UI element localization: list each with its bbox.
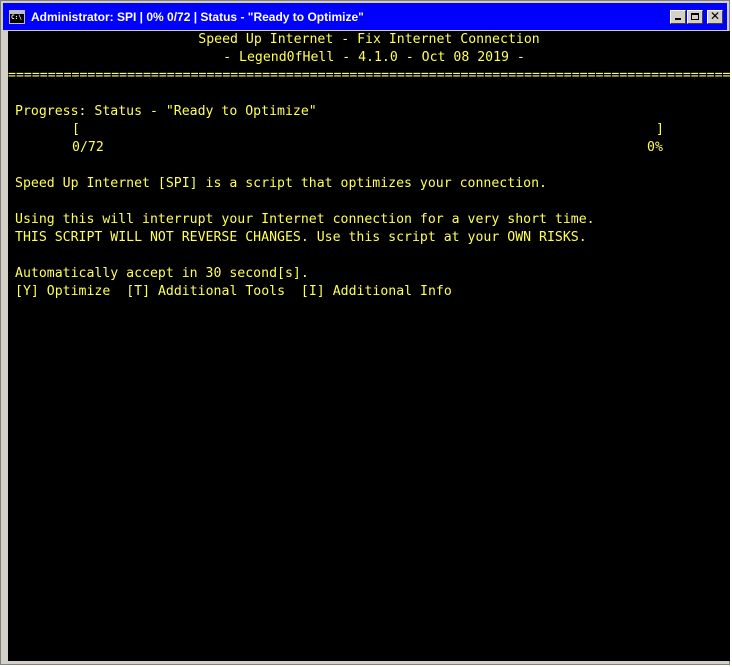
- option-additional-info[interactable]: [I] Additional Info: [301, 284, 452, 299]
- minimize-icon: [675, 17, 681, 20]
- title-bar[interactable]: Administrator: SPI | 0% 0/72 | Status - …: [3, 3, 727, 30]
- progress-bar-open: [: [72, 122, 80, 137]
- warning-caps-text: THIS SCRIPT WILL NOT REVERSE CHANGES. Us…: [15, 230, 587, 245]
- maximize-button[interactable]: [687, 9, 703, 24]
- option-additional-tools[interactable]: [T] Additional Tools: [126, 284, 285, 299]
- progress-status: Progress: Status - "Ready to Optimize": [15, 104, 317, 119]
- options-line: [Y] Optimize [T] Additional Tools [I] Ad…: [15, 283, 452, 301]
- window-controls: ✕: [670, 8, 723, 24]
- option-key: [Y]: [15, 284, 39, 299]
- option-label: Additional Info: [332, 284, 452, 299]
- header-subtitle: - Legend0fHell - 4.1.0 - Oct 08 2019 -: [223, 50, 525, 65]
- console-output[interactable]: Speed Up Internet - Fix Internet Connect…: [8, 31, 730, 661]
- header-title: Speed Up Internet - Fix Internet Connect…: [198, 32, 540, 47]
- option-label: Additional Tools: [157, 284, 286, 299]
- option-key: [T]: [126, 284, 151, 299]
- progress-bar-close: ]: [656, 122, 664, 137]
- close-icon: ✕: [710, 8, 721, 23]
- auto-accept-text: Automatically accept in 30 second[s].: [15, 266, 309, 281]
- option-optimize[interactable]: [Y] Optimize: [15, 284, 110, 299]
- header-separator: ========================================…: [8, 68, 730, 83]
- option-key: [I]: [300, 284, 325, 299]
- progress-count: 0/72: [72, 140, 104, 155]
- console-window: Administrator: SPI | 0% 0/72 | Status - …: [0, 0, 730, 665]
- window-title: Administrator: SPI | 0% 0/72 | Status - …: [31, 9, 364, 24]
- progress-percent: 0%: [647, 140, 663, 155]
- option-label: Optimize: [46, 284, 111, 299]
- maximize-icon: [691, 12, 699, 20]
- minimize-button[interactable]: [670, 9, 686, 24]
- close-button[interactable]: ✕: [707, 8, 723, 24]
- description-text: Speed Up Internet [SPI] is a script that…: [15, 176, 547, 191]
- warning-text: Using this will interrupt your Internet …: [15, 212, 595, 227]
- cmd-icon[interactable]: [9, 9, 25, 24]
